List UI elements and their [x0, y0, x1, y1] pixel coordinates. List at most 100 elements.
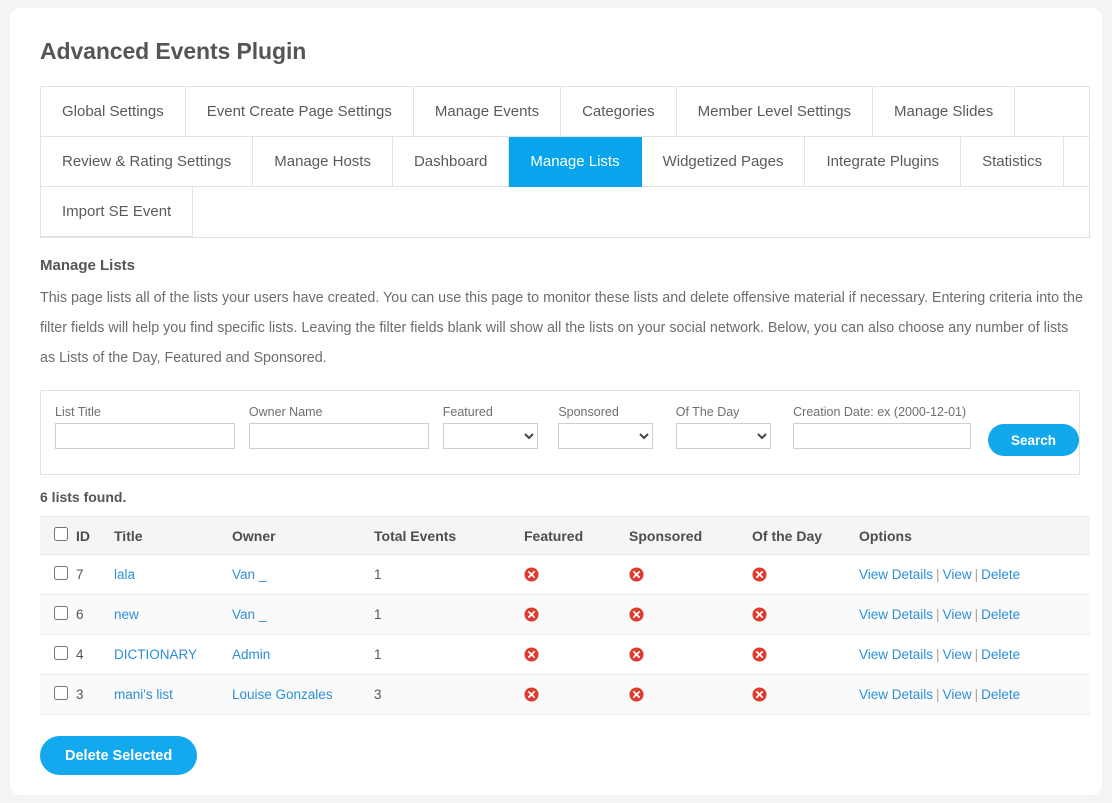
tab-row-filler: [1064, 137, 1089, 187]
tab-categories[interactable]: Categories: [561, 87, 677, 137]
cell-options: View Details | View | Delete: [859, 674, 1090, 715]
cell-sponsored: [629, 594, 752, 635]
header-select-all: [40, 516, 76, 555]
row-select-cell: [40, 594, 76, 635]
cell-of-the-day: [752, 594, 859, 635]
header-id: ID: [76, 516, 114, 555]
list-title-link[interactable]: new: [114, 607, 139, 622]
section-title: Manage Lists: [40, 257, 136, 274]
view-link[interactable]: View: [943, 607, 972, 622]
filter-panel: List Title Owner Name Featured Sponsored…: [40, 390, 1080, 475]
view-link[interactable]: View: [943, 687, 972, 702]
row-checkbox[interactable]: [54, 606, 68, 620]
delete-selected-button[interactable]: Delete Selected: [40, 736, 198, 775]
list-title-input[interactable]: [55, 423, 235, 449]
cell-featured: [524, 634, 629, 675]
cell-title: lala: [114, 554, 232, 595]
option-separator: |: [936, 607, 940, 622]
view-link[interactable]: View: [943, 567, 972, 582]
list-title-link[interactable]: lala: [114, 567, 135, 582]
sponsored-select[interactable]: [558, 423, 654, 449]
row-select-cell: [40, 554, 76, 595]
delete-link[interactable]: Delete: [981, 567, 1020, 582]
row-checkbox[interactable]: [54, 686, 68, 700]
tab-global-settings[interactable]: Global Settings: [41, 87, 186, 137]
cell-featured: [524, 554, 629, 595]
tab-widgetized-pages[interactable]: Widgetized Pages: [641, 137, 806, 187]
cross-circle-icon: [629, 687, 644, 702]
tab-manage-events[interactable]: Manage Events: [413, 87, 562, 137]
tab-manage-lists[interactable]: Manage Lists: [509, 137, 642, 187]
cell-id: 6: [76, 594, 114, 635]
of-the-day-select[interactable]: [675, 423, 771, 449]
tab-integrate-plugins[interactable]: Integrate Plugins: [805, 137, 962, 187]
tab-review-rating-settings[interactable]: Review & Rating Settings: [41, 137, 254, 187]
cell-sponsored: [629, 634, 752, 675]
view-link[interactable]: View: [943, 647, 972, 662]
view-details-link[interactable]: View Details: [859, 607, 933, 622]
row-checkbox[interactable]: [54, 646, 68, 660]
tab-event-create-page-settings[interactable]: Event Create Page Settings: [185, 87, 414, 137]
filter-owner-name: Owner Name: [248, 405, 430, 449]
tab-manage-hosts[interactable]: Manage Hosts: [253, 137, 393, 187]
table-header-row: ID Title Owner Total Events Featured Spo…: [40, 516, 1090, 555]
select-all-checkbox[interactable]: [54, 527, 68, 541]
filter-list-title-label: List Title: [55, 405, 101, 419]
tab-import-se-event[interactable]: Import SE Event: [41, 187, 194, 237]
tab-manage-slides[interactable]: Manage Slides: [873, 87, 1016, 137]
header-total-events: Total Events: [374, 516, 524, 555]
cell-title: DICTIONARY: [114, 634, 232, 675]
table-row: 6 new Van _ 1 View Details | View | Delete: [40, 594, 1090, 635]
cell-total-events: 1: [374, 554, 524, 595]
page-title: Advanced Events Plugin: [40, 38, 307, 64]
delete-link[interactable]: Delete: [981, 607, 1020, 622]
filter-creation-date-label: Creation Date: ex (2000-12-01): [793, 405, 967, 419]
cell-id: 4: [76, 634, 114, 675]
option-separator: |: [936, 647, 940, 662]
option-separator: |: [974, 647, 979, 662]
creation-date-input[interactable]: [793, 423, 972, 449]
featured-select[interactable]: [442, 423, 538, 449]
cell-sponsored: [629, 554, 752, 595]
lists-table: ID Title Owner Total Events Featured Spo…: [40, 516, 1090, 715]
owner-link[interactable]: Louise Gonzales: [232, 687, 333, 702]
delete-link[interactable]: Delete: [981, 687, 1020, 702]
cell-options: View Details | View | Delete: [859, 594, 1090, 635]
filter-creation-date: Creation Date: ex (2000-12-01): [793, 405, 975, 449]
table-row: 4 DICTIONARY Admin 1 View Details | View | Delet…: [40, 634, 1090, 675]
filter-featured-label: Featured: [442, 405, 493, 419]
option-separator: |: [974, 687, 979, 702]
tab-dashboard[interactable]: Dashboard: [392, 137, 510, 187]
filter-sponsored-label: Sponsored: [558, 405, 619, 419]
cross-circle-icon: [752, 607, 767, 622]
owner-name-input[interactable]: [248, 423, 429, 449]
view-details-link[interactable]: View Details: [859, 647, 933, 662]
row-checkbox[interactable]: [54, 566, 68, 580]
table-row: 7 lala Van _ 1 View Details | View | Delete: [40, 554, 1090, 595]
cell-id: 3: [76, 674, 114, 715]
view-details-link[interactable]: View Details: [859, 567, 933, 582]
cell-of-the-day: [752, 554, 859, 595]
cell-owner: Admin: [232, 634, 374, 675]
tab-member-level-settings[interactable]: Member Level Settings: [676, 87, 874, 137]
list-title-link[interactable]: mani's list: [114, 687, 173, 702]
view-details-link[interactable]: View Details: [859, 687, 933, 702]
cell-owner: Louise Gonzales: [232, 674, 374, 715]
owner-link[interactable]: Van _: [232, 567, 266, 582]
tab-statistics[interactable]: Statistics: [961, 137, 1065, 187]
tab-row-filler: [193, 187, 1089, 237]
search-button[interactable]: Search: [987, 424, 1079, 456]
owner-link[interactable]: Admin: [232, 647, 270, 662]
list-title-link[interactable]: DICTIONARY: [114, 647, 197, 662]
cell-owner: Van _: [232, 594, 374, 635]
row-select-cell: [40, 674, 76, 715]
option-separator: |: [974, 607, 979, 622]
filter-featured: Featured: [442, 405, 546, 449]
header-options: Options: [859, 516, 1090, 555]
option-separator: |: [936, 687, 940, 702]
owner-link[interactable]: Van _: [232, 607, 266, 622]
header-of-the-day: Of the Day: [752, 516, 859, 555]
delete-link[interactable]: Delete: [981, 647, 1020, 662]
cell-total-events: 1: [374, 634, 524, 675]
filter-of-the-day-label: Of The Day: [675, 405, 740, 419]
